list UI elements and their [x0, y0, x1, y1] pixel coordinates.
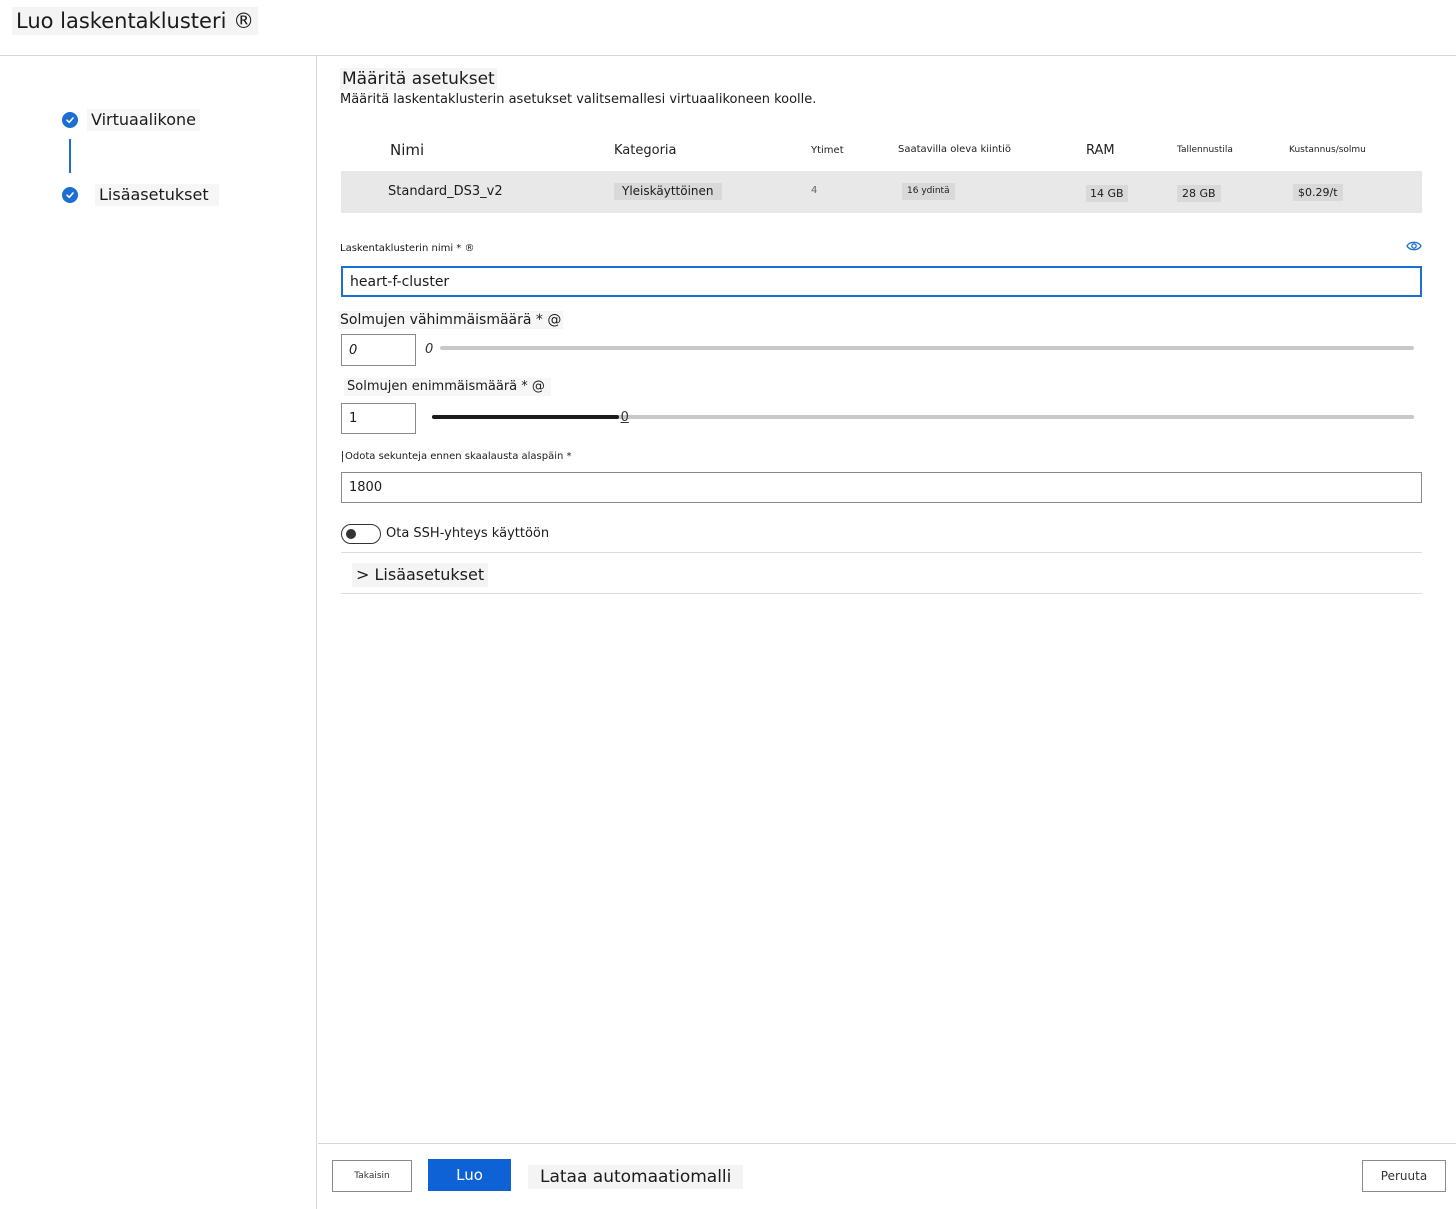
page-header: Luo laskentaklusteri ® — [0, 0, 1456, 56]
min-nodes-slider[interactable] — [440, 346, 1414, 350]
max-nodes-slider[interactable] — [432, 415, 1414, 419]
column-header-ram: RAM — [1086, 143, 1115, 158]
max-nodes-slider-fill — [432, 415, 619, 419]
table-row[interactable]: Standard_DS3_v2 Yleiskäyttöinen 4 16 ydi… — [341, 171, 1422, 213]
footer-bar: Takaisin Luo Lataa automaatiomalli Peruu… — [318, 1143, 1456, 1209]
create-button[interactable]: Luo — [428, 1159, 511, 1191]
column-header-quota: Saatavilla oleva kiintiö — [898, 144, 1011, 155]
settings-panel: Määritä asetukset Määritä laskentakluste… — [318, 56, 1456, 1143]
vm-quota: 16 ydintä — [902, 183, 955, 200]
ssh-toggle[interactable] — [341, 524, 381, 544]
eye-icon[interactable] — [1406, 240, 1422, 252]
wizard-step-advanced-settings[interactable]: Lisäasetukset — [62, 184, 219, 206]
divider — [341, 552, 1422, 553]
max-nodes-input[interactable] — [341, 403, 416, 434]
back-button[interactable]: Takaisin — [332, 1160, 412, 1192]
download-template-button[interactable]: Lataa automaatiomalli — [528, 1165, 744, 1189]
min-nodes-label: Solmujen vähimmäismäärä * @ — [338, 311, 564, 329]
divider — [341, 593, 1422, 594]
max-nodes-label: Solmujen enimmäismäärä * @ — [344, 378, 551, 396]
check-circle-icon — [62, 187, 78, 203]
vm-cores: 4 — [811, 185, 818, 196]
column-header-category: Kategoria — [614, 143, 677, 158]
advanced-settings-expander[interactable]: > Lisäasetukset — [352, 563, 489, 587]
column-header-name: Nimi — [390, 141, 425, 159]
vm-name: Standard_DS3_v2 — [388, 184, 503, 199]
idle-seconds-label: Odota sekunteja ennen skaalausta alaspäi… — [342, 451, 572, 462]
vm-category: Yleiskäyttöinen — [614, 183, 722, 200]
vm-cost: $0.29/t — [1293, 184, 1343, 201]
wizard-step-label: Lisäasetukset — [95, 184, 219, 206]
section-description: Määritä laskentaklusterin asetukset vali… — [340, 92, 817, 107]
check-circle-icon — [62, 112, 78, 128]
cluster-name-label: Laskentaklusterin nimi * ® — [340, 243, 475, 254]
column-header-storage: Tallennustila — [1177, 145, 1233, 155]
wizard-step-connector — [69, 139, 71, 173]
cluster-name-input[interactable] — [341, 266, 1422, 297]
min-nodes-slider-value: 0 — [425, 342, 434, 357]
vm-ram: 14 GB — [1086, 185, 1128, 202]
wizard-step-label: Virtuaalikone — [87, 109, 200, 131]
column-header-cores: Ytimet — [811, 145, 844, 156]
cancel-button[interactable]: Peruuta — [1362, 1160, 1446, 1192]
vm-storage: 28 GB — [1177, 185, 1221, 202]
wizard-step-virtual-machine[interactable]: Virtuaalikone — [62, 109, 200, 131]
page-title: Luo laskentaklusteri ® — [12, 7, 259, 35]
column-header-cost: Kustannus/solmu — [1289, 145, 1366, 155]
idle-seconds-input[interactable] — [341, 472, 1422, 503]
ssh-toggle-label: Ota SSH-yhteys käyttöön — [386, 526, 550, 541]
max-nodes-slider-value: 0 — [620, 410, 629, 425]
wizard-sidebar: Virtuaalikone Lisäasetukset — [0, 56, 317, 1209]
min-nodes-input[interactable] — [341, 334, 416, 366]
vm-size-table: Nimi Kategoria Ytimet Saatavilla oleva k… — [341, 134, 1422, 214]
section-title: Määritä asetukset — [340, 68, 497, 90]
toggle-knob — [346, 529, 356, 539]
